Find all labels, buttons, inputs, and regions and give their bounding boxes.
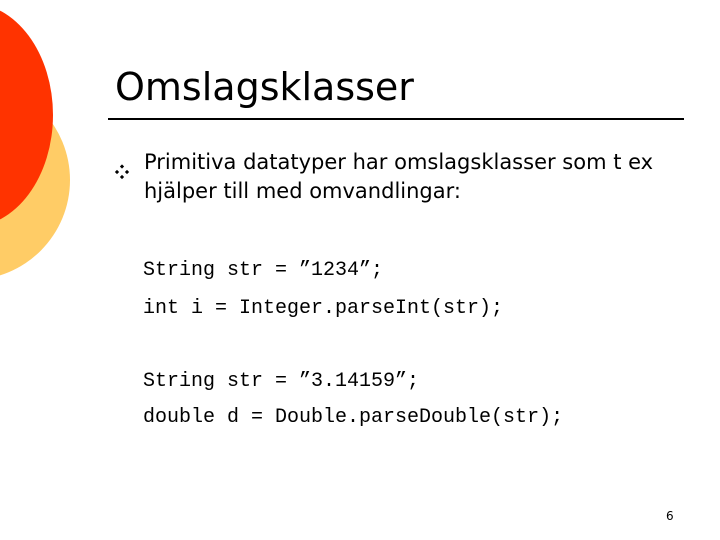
code-line: String str = ”1234”; bbox=[143, 259, 384, 282]
code-line: String str = ”3.14159”; bbox=[143, 370, 420, 393]
page-number: 6 bbox=[666, 509, 674, 523]
decorative-circles bbox=[0, 10, 70, 276]
title-underline bbox=[108, 118, 684, 120]
four-diamond-bullet-icon bbox=[114, 164, 130, 180]
code-line: int i = Integer.parseInt(str); bbox=[143, 297, 504, 320]
code-line: double d = Double.parseDouble(str); bbox=[143, 406, 564, 429]
slide-title: Omslagsklasser bbox=[115, 65, 414, 109]
bullet-text: Primitiva datatyper har omslagsklasser s… bbox=[144, 150, 654, 203]
